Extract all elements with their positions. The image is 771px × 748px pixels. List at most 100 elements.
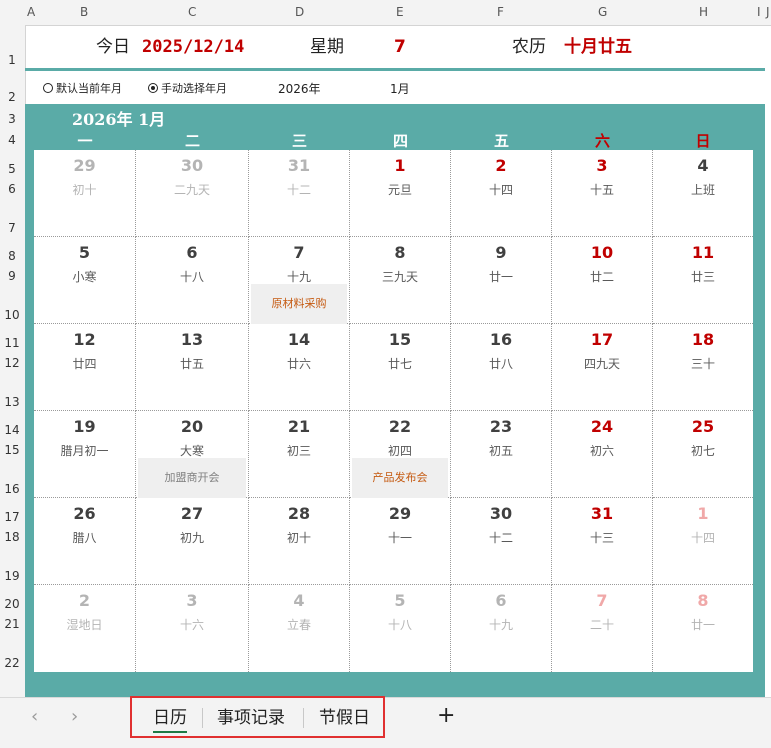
column-header-b[interactable]: B <box>80 5 88 19</box>
day-cell[interactable]: 2 十四 <box>451 150 552 237</box>
weekday-6: 日 <box>695 132 711 150</box>
day-cell[interactable]: 15 廿七 <box>350 324 451 411</box>
day-cell[interactable]: 29 十一 <box>350 498 451 585</box>
day-cell[interactable]: 26 腊八 <box>34 498 136 585</box>
lunar-date: 十二 <box>286 183 311 197</box>
day-cell[interactable]: 27 初九 <box>136 498 249 585</box>
day-cell[interactable]: 30 二九天 <box>136 150 249 237</box>
column-header-c[interactable]: C <box>188 5 196 19</box>
weekday-value[interactable]: 7 <box>394 27 406 67</box>
day-cell[interactable]: 18 三十 <box>653 324 753 411</box>
add-sheet-button[interactable]: + <box>437 703 455 728</box>
row-header[interactable]: 14 <box>0 423 24 437</box>
radio-default-month[interactable]: 默认当前年月 <box>43 80 122 96</box>
row-header[interactable]: 3 <box>0 112 24 126</box>
lunar-date: 廿八 <box>488 357 513 371</box>
day-cell[interactable]: 9 廿一 <box>451 237 552 324</box>
radio-manual-month[interactable]: 手动选择年月 <box>148 80 227 96</box>
row-header[interactable]: 16 <box>0 482 24 496</box>
day-cell[interactable]: 5 十八 <box>350 585 451 672</box>
day-cell[interactable]: 21 初三 <box>249 411 350 498</box>
day-cell[interactable]: 19 腊月初一 <box>34 411 136 498</box>
day-number: 10 <box>590 243 614 262</box>
day-cell[interactable]: 28 初十 <box>249 498 350 585</box>
next-sheet-button[interactable]: › <box>71 706 78 727</box>
event-note[interactable]: 原材料采购 <box>251 284 347 324</box>
column-header-i[interactable]: I <box>757 5 761 19</box>
event-note[interactable]: 加盟商开会 <box>138 458 246 498</box>
day-cell[interactable]: 31 十三 <box>552 498 653 585</box>
day-cell[interactable]: 1 十四 <box>653 498 753 585</box>
row-header[interactable]: 22 <box>0 656 24 670</box>
day-cell[interactable]: 12 廿四 <box>34 324 136 411</box>
highlight-box <box>130 696 385 738</box>
row-header[interactable]: 10 <box>0 308 24 322</box>
row-header[interactable]: 11 <box>0 336 24 350</box>
day-cell[interactable]: 8 三九天 <box>350 237 451 324</box>
row-header[interactable]: 12 <box>0 356 24 370</box>
column-header-f[interactable]: F <box>497 5 504 19</box>
day-cell[interactable]: 8 廿一 <box>653 585 753 672</box>
column-header-g[interactable]: G <box>598 5 607 19</box>
day-cell[interactable]: 10 廿二 <box>552 237 653 324</box>
day-cell[interactable]: 1 元旦 <box>350 150 451 237</box>
calendar-grid: 29 初十 30 二九天 31 十二 1 元旦 2 十四 3 十五 4 上班 5 小寒 6 十八 7 十九 原材料采购 8… <box>34 150 753 672</box>
prev-sheet-button[interactable]: ‹ <box>31 706 38 727</box>
column-header-e[interactable]: E <box>396 5 404 19</box>
day-cell[interactable]: 11 廿三 <box>653 237 753 324</box>
day-cell[interactable]: 29 初十 <box>34 150 136 237</box>
day-cell[interactable]: 24 初六 <box>552 411 653 498</box>
column-header-a[interactable]: A <box>27 5 35 19</box>
row-header[interactable]: 7 <box>0 221 24 235</box>
row-header[interactable]: 2 <box>0 90 24 104</box>
row-header[interactable]: 21 <box>0 617 24 631</box>
day-number: 21 <box>287 417 311 436</box>
event-note[interactable]: 产品发布会 <box>352 458 448 498</box>
row-header[interactable]: 4 <box>0 133 24 147</box>
today-value[interactable]: 2025/12/14 <box>142 27 244 67</box>
day-cell[interactable]: 3 十六 <box>136 585 249 672</box>
row-header[interactable]: 9 <box>0 269 24 283</box>
lunar-date: 三十 <box>690 357 715 371</box>
row-header[interactable]: 1 <box>0 53 24 67</box>
row-header[interactable]: 8 <box>0 249 24 263</box>
day-cell[interactable]: 6 十八 <box>136 237 249 324</box>
day-cell[interactable]: 3 十五 <box>552 150 653 237</box>
day-cell[interactable]: 6 十九 <box>451 585 552 672</box>
column-header-d[interactable]: D <box>295 5 304 19</box>
row-header[interactable]: 18 <box>0 530 24 544</box>
day-number: 8 <box>697 591 709 610</box>
row-header[interactable]: 20 <box>0 597 24 611</box>
row-header[interactable]: 15 <box>0 443 24 457</box>
row-header[interactable]: 19 <box>0 569 24 583</box>
row-header[interactable]: 6 <box>0 182 24 196</box>
day-cell[interactable]: 7 十九 原材料采购 <box>249 237 350 324</box>
day-cell[interactable]: 2 湿地日 <box>34 585 136 672</box>
day-cell[interactable]: 4 上班 <box>653 150 753 237</box>
day-cell[interactable]: 7 二十 <box>552 585 653 672</box>
row-header[interactable]: 17 <box>0 510 24 524</box>
lunar-value[interactable]: 十月廿五 <box>564 27 632 67</box>
day-cell[interactable]: 23 初五 <box>451 411 552 498</box>
row-header[interactable]: 13 <box>0 395 24 409</box>
day-cell[interactable]: 4 立春 <box>249 585 350 672</box>
day-cell[interactable]: 20 大寒 加盟商开会 <box>136 411 249 498</box>
day-cell[interactable]: 5 小寒 <box>34 237 136 324</box>
day-cell[interactable]: 30 十二 <box>451 498 552 585</box>
row-header[interactable]: 5 <box>0 162 24 176</box>
day-cell[interactable]: 22 初四 产品发布会 <box>350 411 451 498</box>
day-cell[interactable]: 25 初七 <box>653 411 753 498</box>
column-header-j[interactable]: J <box>766 5 770 19</box>
day-cell[interactable]: 17 四九天 <box>552 324 653 411</box>
day-cell[interactable]: 14 廿六 <box>249 324 350 411</box>
radio-manual-indicator[interactable] <box>148 83 158 93</box>
radio-default-indicator[interactable] <box>43 83 53 93</box>
month-selector[interactable]: 1月 <box>390 80 410 97</box>
year-selector[interactable]: 2026年 <box>278 80 321 97</box>
lunar-date: 四九天 <box>583 357 620 371</box>
column-header-h[interactable]: H <box>699 5 708 19</box>
lunar-date: 小寒 <box>72 270 97 284</box>
day-cell[interactable]: 13 廿五 <box>136 324 249 411</box>
day-cell[interactable]: 31 十二 <box>249 150 350 237</box>
day-cell[interactable]: 16 廿八 <box>451 324 552 411</box>
